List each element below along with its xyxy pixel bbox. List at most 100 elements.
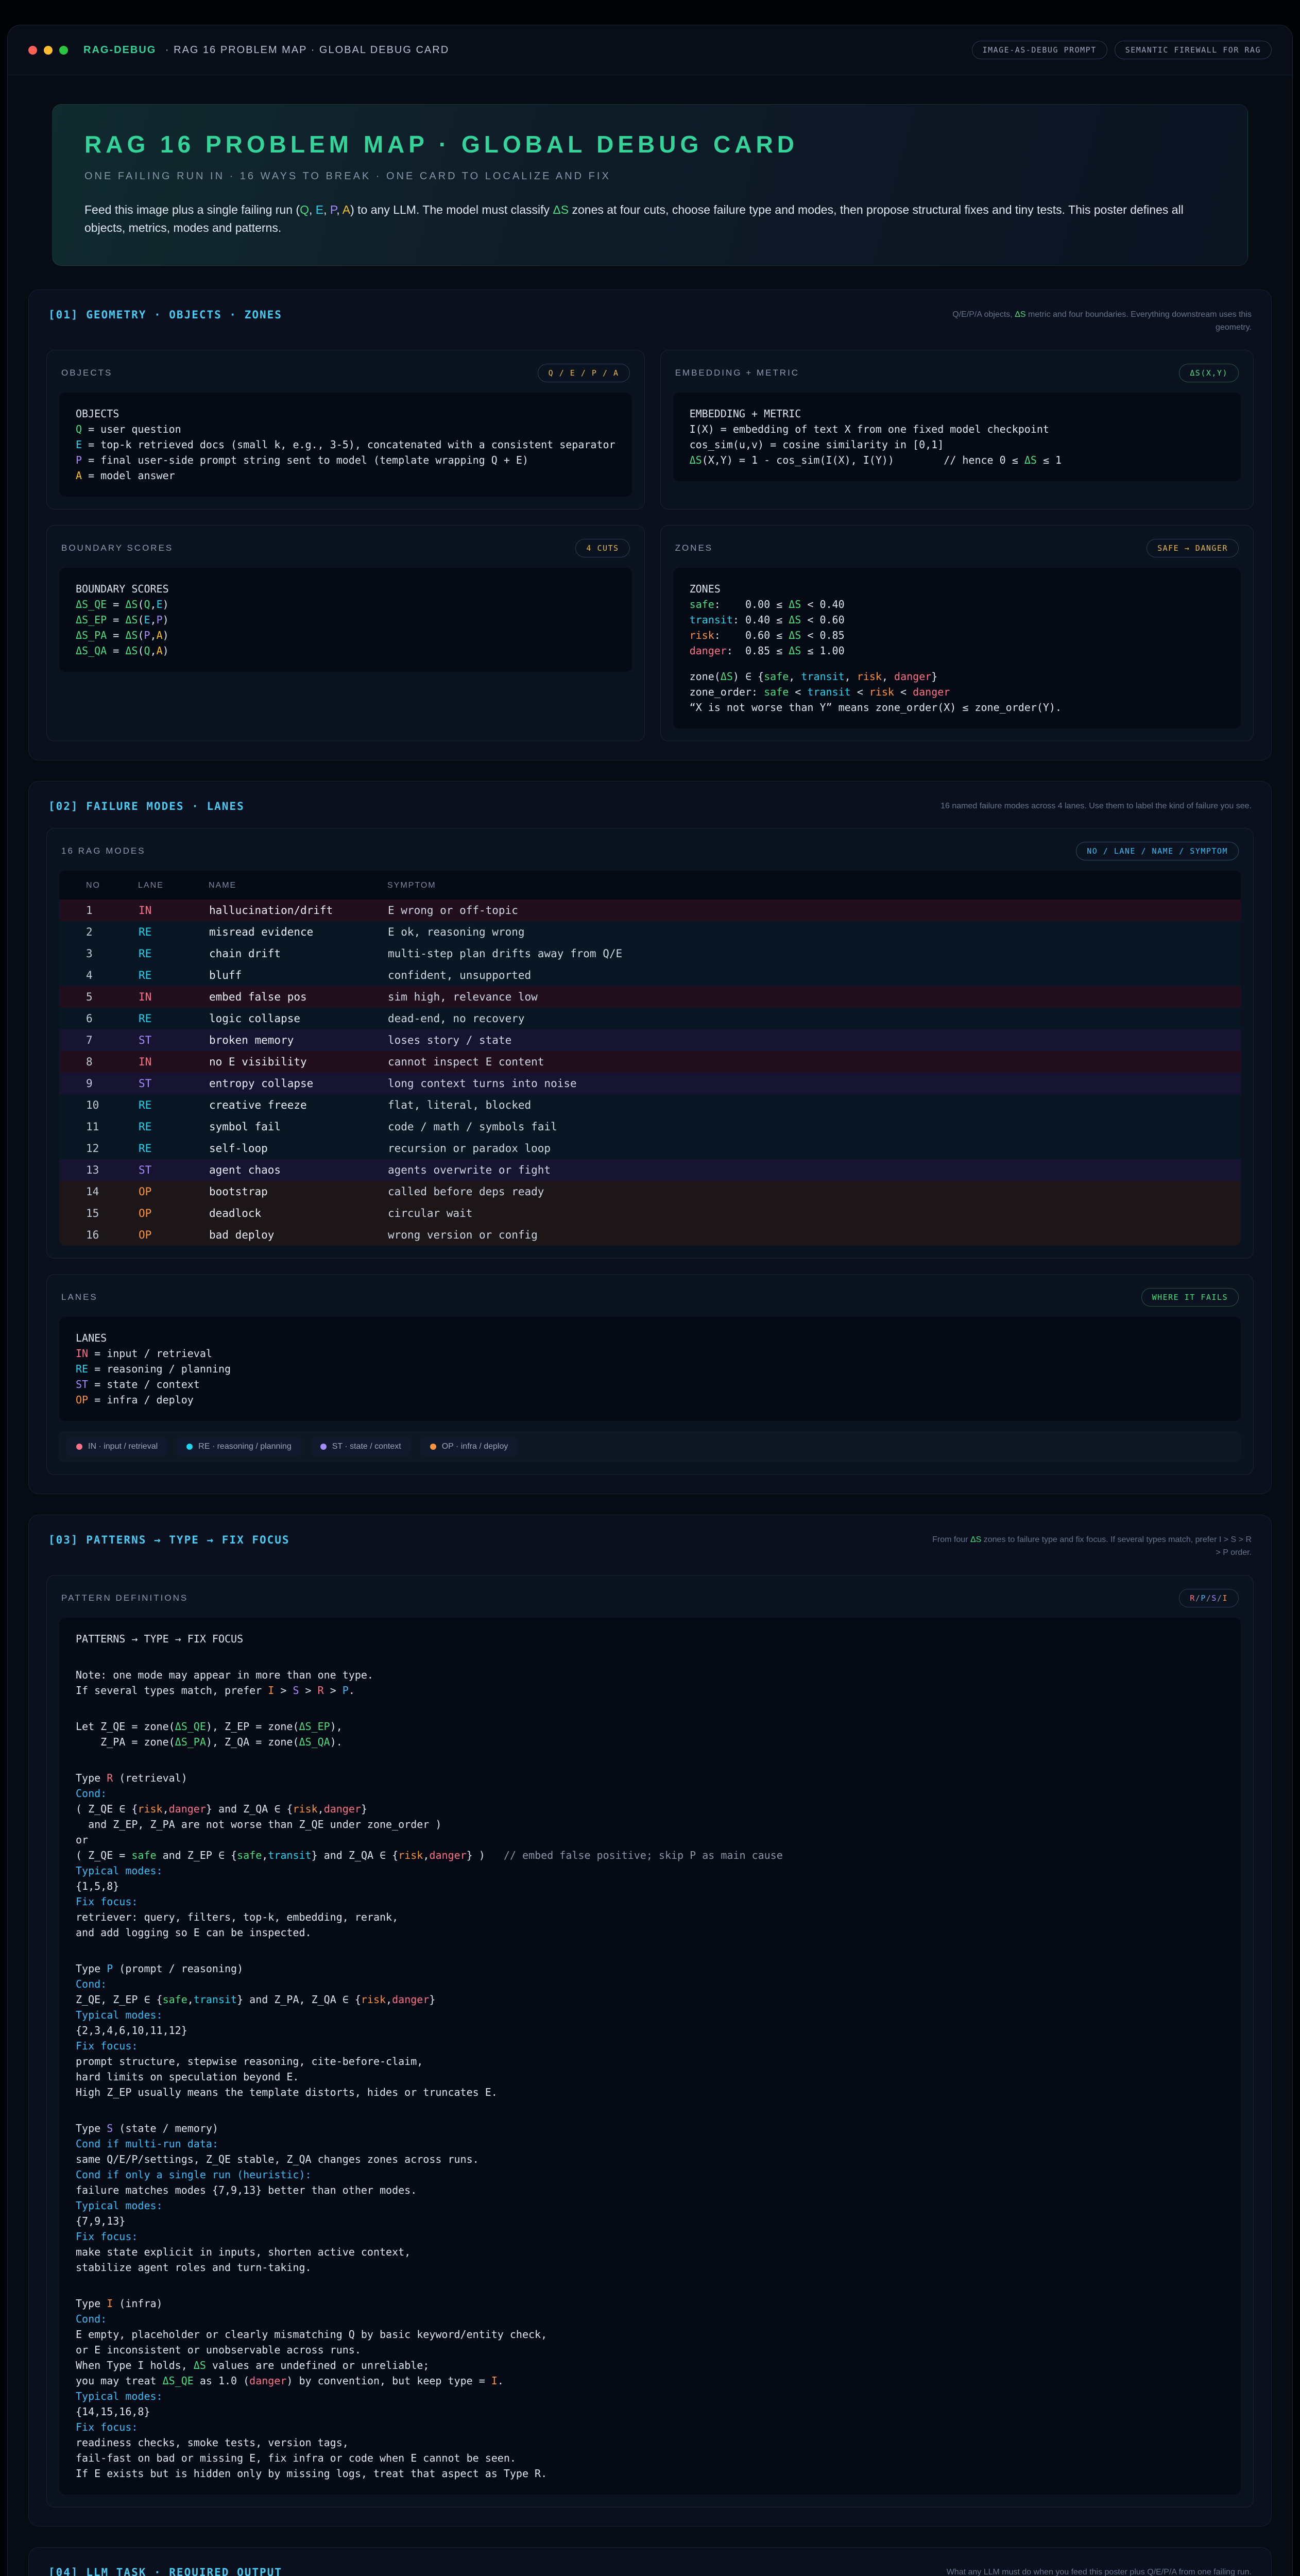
text-segment: } and Z_QA ∈ { xyxy=(312,1849,399,1861)
text-segment: P xyxy=(343,1684,349,1697)
text-segment: Q xyxy=(144,645,150,657)
card-body: RAG 16 PROBLEM MAP · GLOBAL DEBUG CARD O… xyxy=(8,75,1292,2576)
hero-panel: RAG 16 PROBLEM MAP · GLOBAL DEBUG CARD O… xyxy=(52,104,1248,266)
page-subtitle: ONE FAILING RUN IN · 16 WAYS TO BREAK · … xyxy=(84,171,1216,182)
text-segment: . xyxy=(498,2375,504,2387)
text-segment: A xyxy=(157,645,163,657)
code-line: BOUNDARY SCORES xyxy=(76,581,615,597)
cell-no: 9 xyxy=(59,1073,138,1094)
maximize-button[interactable] xyxy=(59,46,68,55)
panel-title: LANES xyxy=(61,1292,98,1302)
text-segment: If several types match, prefer xyxy=(76,1684,268,1697)
cell-no: 16 xyxy=(59,1224,138,1246)
table-row: 15OPdeadlockcircular wait xyxy=(59,1202,1241,1224)
text-segment: , xyxy=(163,1803,169,1815)
code-line: {7,9,13} xyxy=(76,2213,1224,2229)
lane-color-dot xyxy=(76,1444,82,1450)
cell-lane: IN xyxy=(138,1051,209,1073)
text-segment: P xyxy=(144,629,150,641)
text-segment: OBJECTS xyxy=(76,408,119,420)
cell-symptom: confident, unsupported xyxy=(387,964,1241,986)
text-segment: safe xyxy=(237,1849,262,1861)
text-segment: Type xyxy=(76,2122,107,2134)
close-button[interactable] xyxy=(28,46,37,55)
text-segment: / xyxy=(1195,1594,1201,1603)
text-segment: transit xyxy=(268,1849,311,1861)
text-segment: E xyxy=(316,203,323,216)
objects-code-block: OBJECTSQ = user questionE = top-k retrie… xyxy=(59,393,632,497)
text-segment: E xyxy=(76,438,82,451)
code-line: Typical modes: xyxy=(76,2198,1224,2213)
cell-symptom: long context turns into noise xyxy=(387,1073,1241,1094)
code-line: transit: 0.40 ≤ ΔS < 0.60 xyxy=(690,612,1224,628)
minimize-button[interactable] xyxy=(44,46,53,55)
text-segment: ( xyxy=(138,629,144,641)
patterns-code-block: PATTERNS → TYPE → FIX FOCUS Note: one mod… xyxy=(59,1618,1241,2495)
zones-code-block: ZONESsafe: 0.00 ≤ ΔS < 0.40transit: 0.40… xyxy=(673,568,1241,728)
cell-lane: ST xyxy=(138,1073,209,1094)
text-segment: risk xyxy=(869,686,894,698)
lane-color-dot xyxy=(320,1444,327,1450)
text-segment: < 0.85 xyxy=(801,629,844,641)
cell-no: 4 xyxy=(59,964,138,986)
text-segment: metric and four boundaries. Everything d… xyxy=(1026,310,1252,332)
text-segment: 16 named failure modes across 4 lanes. U… xyxy=(940,802,1252,810)
cell-no: 5 xyxy=(59,986,138,1008)
code-line: {14,15,16,8} xyxy=(76,2404,1224,2419)
text-segment: danger xyxy=(429,1849,466,1861)
text-segment: = xyxy=(107,598,125,611)
cell-name: no E visibility xyxy=(209,1051,387,1073)
text-segment: (state / memory) xyxy=(113,2122,218,2134)
text-segment: < 0.40 xyxy=(801,598,844,611)
text-segment: risk xyxy=(361,1993,386,2006)
text-segment: , xyxy=(336,203,343,216)
cell-symptom: wrong version or config xyxy=(387,1224,1241,1246)
text-segment: LANES xyxy=(76,1332,107,1344)
titlebar-badges: IMAGE-AS-DEBUG PROMPT SEMANTIC FIREWALL … xyxy=(972,41,1272,59)
cell-lane: RE xyxy=(138,1094,209,1116)
text-segment: A xyxy=(343,203,350,216)
text-segment: R xyxy=(318,1684,324,1697)
panel-16-rag-modes: 16 RAG MODES NO / LANE / NAME / SYMPTOM … xyxy=(46,828,1254,1259)
text-segment: ( xyxy=(138,645,144,657)
text-segment: = user question xyxy=(82,423,181,435)
panel-title: ZONES xyxy=(675,543,713,553)
section-title: [02] FAILURE MODES · LANES xyxy=(48,800,245,812)
cell-name: logic collapse xyxy=(209,1008,387,1029)
text-segment: Typical modes: xyxy=(76,2009,163,2021)
text-segment: Feed this image plus a single failing ru… xyxy=(84,203,300,216)
legend-label: ST · state / context xyxy=(332,1442,401,1451)
text-segment: ΔS_QE xyxy=(163,2375,194,2387)
text-segment: , xyxy=(789,670,801,683)
code-line: Typical modes: xyxy=(76,2388,1224,2404)
text-segment: danger xyxy=(392,1993,429,2006)
code-line: Cond: xyxy=(76,2311,1224,2327)
code-line: Note: one mode may appear in more than o… xyxy=(76,1667,1224,1683)
section-note: Q/E/P/A objects, ΔS metric and four boun… xyxy=(932,309,1252,334)
text-segment: ) xyxy=(163,598,169,611)
text-segment: ) to any LLM. The model must classify xyxy=(350,203,553,216)
section-note: 16 named failure modes across 4 lanes. U… xyxy=(940,800,1252,813)
text-segment: prompt structure, stepwise reasoning, ci… xyxy=(76,2055,423,2067)
text-segment: Fix focus: xyxy=(76,1895,138,1908)
text-segment: If E exists but is hidden only by missin… xyxy=(76,2467,547,2480)
code-line: Cond if multi-run data: xyxy=(76,2136,1224,2151)
text-segment: “X is not worse than Y” means zone_order… xyxy=(690,701,1062,714)
text-segment: Q xyxy=(76,423,82,435)
code-line: PATTERNS → TYPE → FIX FOCUS xyxy=(76,1631,1224,1647)
text-segment: < xyxy=(851,686,869,698)
text-segment: , xyxy=(187,1993,194,2006)
text-segment: , xyxy=(262,1849,268,1861)
code-line: Type P (prompt / reasoning) xyxy=(76,1961,1224,1976)
text-segment: ( Z_QE = xyxy=(76,1849,131,1861)
text-segment: Q xyxy=(300,203,309,216)
text-segment: . xyxy=(349,1684,355,1697)
cell-lane: OP xyxy=(138,1224,209,1246)
text-segment: S xyxy=(1211,1594,1217,1603)
cell-name: bluff xyxy=(209,964,387,986)
panel-embedding-metric: EMBEDDING + METRIC ΔS(X,Y) EMBEDDING + M… xyxy=(660,350,1254,510)
text-segment: transit xyxy=(690,614,733,626)
code-line xyxy=(690,658,1224,669)
legend-chip: OP · infra / deploy xyxy=(420,1437,518,1456)
code-line: ( Z_QE = safe and Z_EP ∈ {safe,transit} … xyxy=(76,1848,1224,1863)
